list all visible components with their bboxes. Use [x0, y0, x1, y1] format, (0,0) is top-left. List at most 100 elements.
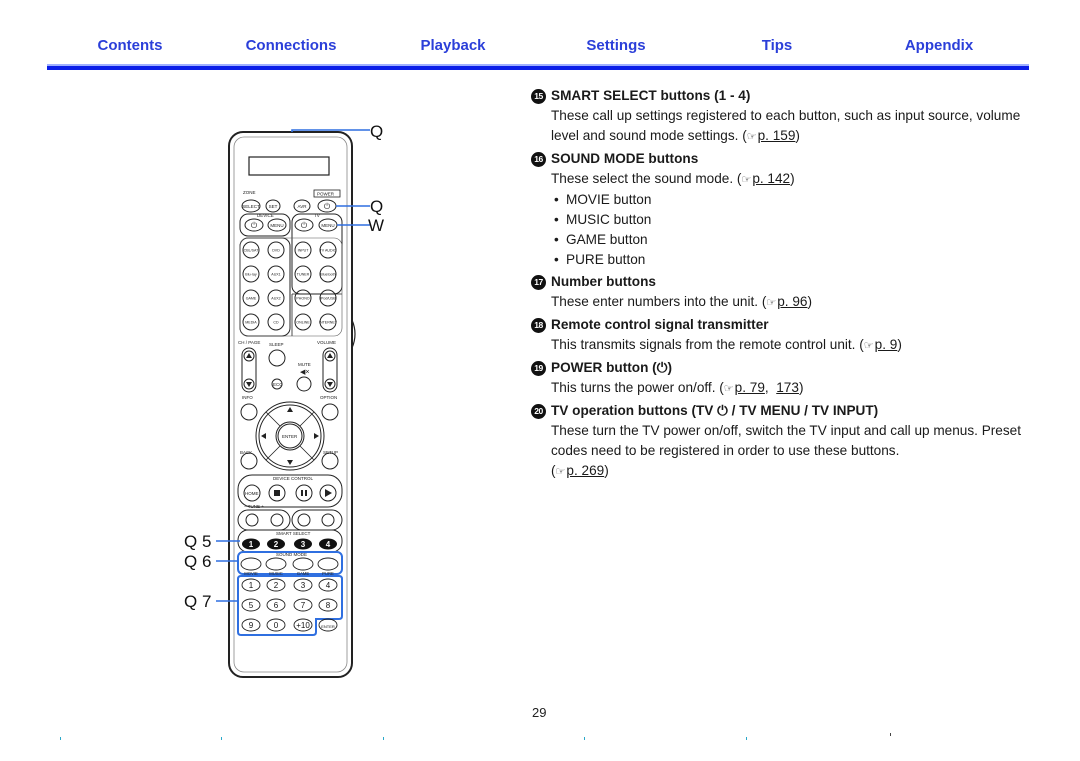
source-button-label: DVD [272, 249, 280, 253]
sound-mode-name: MUSIC [269, 571, 283, 576]
label-device-control: DEVICE CONTROL [273, 476, 314, 481]
label-sleep: SLEEP [269, 342, 284, 347]
hand-pointer-icon: ☞ [746, 131, 757, 143]
tab-playback[interactable]: Playback [420, 37, 485, 54]
hand-pointer-icon: ☞ [723, 383, 734, 395]
footer-marker [890, 733, 891, 736]
smart-select-label: 1 [249, 540, 254, 549]
smart-select-label: 3 [301, 540, 306, 549]
page-link[interactable]: p. 159 [758, 128, 796, 143]
callout-smart-select: Q 5 [184, 532, 211, 551]
smart-select-label: 2 [274, 540, 279, 549]
source-button-label: iPod/USB [320, 297, 336, 301]
power-icon: ⏻ [324, 202, 331, 211]
source-button-label: CBL/SAT [244, 249, 260, 253]
number-badge: 17 [531, 274, 546, 290]
remote-control-illustration: ZONE POWER DEVICE TV CH / PAGE SLEEP VOL… [180, 120, 400, 690]
label-option: OPTION [320, 395, 337, 400]
footer-marker [221, 737, 222, 740]
source-button-label: TUNER [297, 273, 310, 277]
label-power: POWER [317, 192, 335, 197]
page-link[interactable]: p. 96 [777, 294, 807, 309]
page-link[interactable]: p. 9 [875, 337, 898, 352]
source-button-label: AUX2 [271, 297, 280, 301]
section-tv-buttons-body: These turn the TV power on/off, switch t… [551, 421, 1031, 482]
device-power-icon: ⏻ [251, 221, 258, 230]
section-number-buttons-title: 17 Number buttons [531, 272, 1031, 292]
number-button-label: 0 [274, 621, 279, 630]
hand-pointer-icon: ☞ [766, 297, 777, 309]
section-sound-mode-body: These select the sound mode. (☞p. 142) [551, 169, 1031, 190]
source-button-label: Blu-ray [245, 273, 257, 277]
footer-marker [584, 737, 585, 740]
number-button-label: 8 [326, 601, 331, 610]
section-smart-select-title: 15 SMART SELECT buttons (1 - 4) [531, 86, 1031, 106]
callout-power: Q [370, 197, 383, 216]
source-button-label: PHONO [296, 297, 309, 301]
tab-connections[interactable]: Connections [246, 37, 337, 54]
zone-btn-set: SET [269, 204, 278, 209]
page-link[interactable]: 173 [776, 380, 799, 395]
label-smart-select: SMART SELECT [276, 531, 311, 536]
tab-contents[interactable]: Contents [98, 37, 163, 54]
tab-settings[interactable]: Settings [586, 37, 645, 54]
label-enter: ENTER [282, 434, 298, 439]
page-link[interactable]: p. 142 [752, 171, 790, 186]
number-button-label: 6 [274, 601, 279, 610]
list-item: GAME button [554, 230, 1031, 250]
number-button-label: 1 [249, 581, 254, 590]
section-number-buttons-body: These enter numbers into the unit. (☞p. … [551, 292, 1031, 313]
source-button-label: AUX1 [271, 273, 280, 277]
source-button-label: CD [273, 321, 279, 325]
page-link[interactable]: p. 79 [735, 380, 765, 395]
callout-numbers: Q 7 [184, 592, 211, 611]
tab-tips[interactable]: Tips [762, 37, 793, 54]
sound-mode-button [240, 557, 262, 571]
number-badge: 15 [531, 88, 546, 104]
top-navigation: Contents Connections Playback Settings T… [47, 33, 1029, 63]
hand-pointer-icon: ☞ [555, 466, 566, 478]
label-device: DEVICE [257, 213, 274, 218]
footer-marker [60, 737, 61, 740]
hand-pointer-icon: ☞ [741, 174, 752, 186]
tv-menu: MENU [321, 223, 334, 228]
number-badge: 20 [531, 403, 546, 419]
nav-divider [47, 66, 1029, 70]
number-badge: 16 [531, 151, 546, 167]
sound-mode-name: GAME [297, 571, 310, 576]
number-button-label: 3 [301, 581, 306, 590]
label-eco: ECO [273, 382, 283, 387]
list-item: MOVIE button [554, 190, 1031, 210]
number-button-label: 9 [249, 621, 254, 630]
sound-mode-button [292, 557, 314, 571]
source-button-label: INTERNET [319, 321, 338, 325]
number-badge: 18 [531, 317, 546, 333]
zone-btn-avr: AVR [298, 204, 308, 209]
section-power-title: 19 POWER button (⏻) [531, 358, 1031, 378]
section-transmitter-title: 18 Remote control signal transmitter [531, 315, 1031, 335]
label-ch-page: CH / PAGE [238, 340, 260, 345]
label-back: BACK [240, 450, 252, 455]
label-tv: TV [314, 213, 320, 218]
hand-pointer-icon: ☞ [863, 340, 874, 352]
section-sound-mode-title: 16 SOUND MODE buttons [531, 149, 1031, 169]
button-descriptions: 15 SMART SELECT buttons (1 - 4) These ca… [531, 86, 1031, 482]
number-button-label: 7 [301, 601, 306, 610]
sound-mode-list: MOVIE button MUSIC button GAME button PU… [551, 190, 1031, 270]
number-badge: 19 [531, 360, 546, 376]
source-button-label: GAME [246, 297, 257, 301]
smart-select-label: 4 [326, 540, 331, 549]
mute-icon: ◀× [300, 369, 309, 376]
label-setup: SETUP [323, 450, 338, 455]
source-button-label: INPUT [298, 249, 310, 253]
tv-power-icon: ⏻ [301, 221, 308, 230]
section-power-body: This turns the power on/off. (☞p. 79, 17… [551, 378, 1031, 399]
label-mute: MUTE [298, 362, 311, 367]
remote-display [248, 156, 330, 176]
label-tune: − TUNE + [244, 504, 264, 509]
number-button-label: 2 [274, 581, 279, 590]
footer-marker [746, 737, 747, 740]
tab-appendix[interactable]: Appendix [905, 37, 973, 54]
page-link[interactable]: p. 269 [566, 463, 604, 478]
source-button-label: TV AUDIO [320, 249, 337, 253]
